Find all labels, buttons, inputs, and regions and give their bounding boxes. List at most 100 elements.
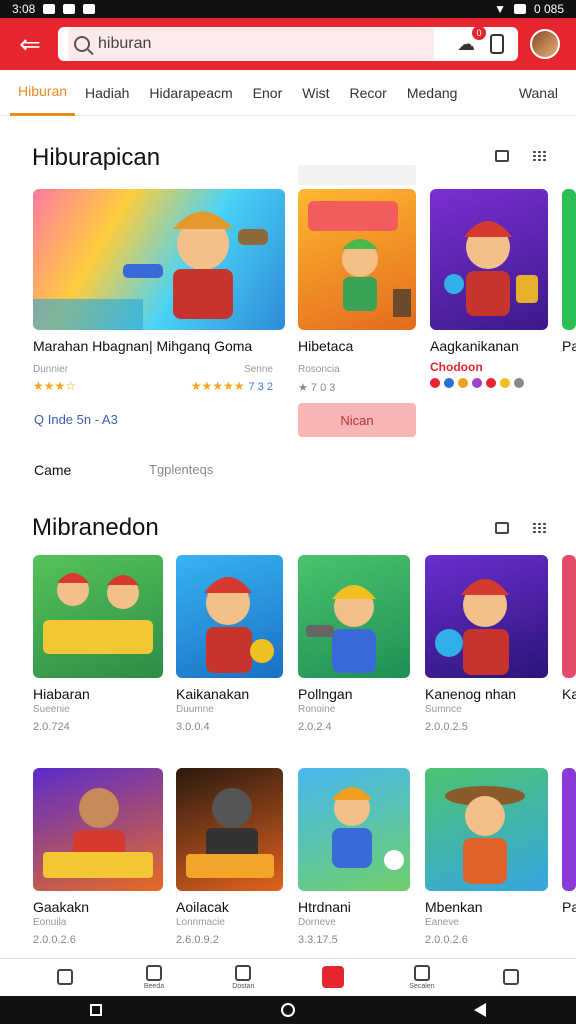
card-meta: 2.0.2.4: [298, 721, 332, 733]
status-bar: 3:08 ▼ 0 085: [0, 0, 576, 18]
game-card[interactable]: Kaikanakan Duumne 3.0.0.4: [176, 555, 283, 733]
game-card[interactable]: Hiabaran Sueenie 2.0.724: [33, 555, 163, 733]
nav-dostan[interactable]: Dostan: [199, 965, 288, 990]
tab-hidarapeacm[interactable]: Hidarapeacm: [139, 70, 242, 116]
game-card[interactable]: Pa: [562, 189, 576, 354]
game-card[interactable]: Aagkanikanan Chodoon: [430, 189, 548, 388]
card-subtitle: Eaneve: [425, 917, 459, 928]
game-card[interactable]: Marahan Hbagnan| Mihganq Goma Dunnier Se…: [33, 189, 285, 393]
system-navigation: [0, 996, 576, 1024]
tab-hadiah[interactable]: Hadiah: [75, 70, 139, 116]
back-button[interactable]: ⇐: [10, 24, 50, 64]
action-button[interactable]: Nican: [298, 403, 416, 437]
search-input[interactable]: hiburan: [98, 35, 151, 53]
tab-enor[interactable]: Enor: [243, 70, 293, 116]
info-link[interactable]: Q Inde 5n - A3: [34, 412, 118, 427]
card-title: Aagkanikanan: [430, 338, 519, 354]
game-thumbnail[interactable]: [425, 555, 548, 678]
hero-illustration: [332, 787, 404, 870]
game-thumbnail[interactable]: [33, 189, 285, 330]
back-triangle-icon[interactable]: [474, 1003, 487, 1017]
card-meta: 2.0.724: [33, 721, 70, 733]
wifi-icon: ▼: [494, 2, 506, 16]
nav-center[interactable]: [288, 965, 377, 990]
top-bar: ⇐ hiburan ☁ 0: [0, 18, 576, 70]
game-thumbnail[interactable]: [298, 189, 416, 330]
game-card[interactable]: Pa: [562, 768, 576, 915]
game-thumbnail[interactable]: [425, 768, 548, 891]
game-thumbnail[interactable]: [33, 555, 163, 678]
game-card[interactable]: Htrdnani Dorneve 3.3.17.5: [298, 768, 410, 946]
card-subtitle: Dunnier: [33, 364, 69, 375]
game-thumbnail[interactable]: [176, 555, 283, 678]
tab-medang[interactable]: Medang: [397, 70, 468, 116]
share-icon[interactable]: [495, 522, 509, 534]
card-title: Pa: [562, 338, 576, 354]
card-title: Hibetaca: [298, 338, 354, 354]
hero-illustration: [204, 577, 274, 673]
hero-illustration: [43, 788, 153, 878]
game-card[interactable]: Gaakakn Eonuila 2.0.0.2.6: [33, 768, 163, 946]
battery-icon: [513, 4, 526, 14]
tab-recor[interactable]: Recor: [339, 70, 396, 116]
game-card[interactable]: Mbenkan Eaneve 2.0.0.2.6: [425, 768, 548, 946]
game-thumbnail[interactable]: [562, 189, 576, 330]
search-icon: [74, 36, 90, 52]
heart-icon: [321, 965, 344, 988]
search-bar[interactable]: hiburan ☁ 0: [58, 26, 518, 61]
card-title: Htrdnani: [298, 899, 351, 915]
card-title: Gaakakn: [33, 899, 90, 915]
hero-illustration: [444, 221, 538, 316]
card-meta: 3.0.0.4: [176, 721, 210, 733]
nav-profile[interactable]: [467, 968, 556, 987]
share-icon[interactable]: [495, 150, 509, 162]
recents-icon[interactable]: [89, 1004, 102, 1016]
card-subtitle: Rosoncia: [298, 364, 340, 375]
grid-icon[interactable]: [532, 150, 546, 162]
card-title: Mbenkan: [425, 899, 483, 915]
app-icon: [63, 4, 76, 14]
game-thumbnail[interactable]: [33, 768, 163, 891]
card-title: Kaikanakan: [176, 686, 250, 702]
status-time: 3:08: [12, 2, 36, 16]
tab-wanal[interactable]: Wanal: [509, 70, 576, 116]
card-subtitle-2: Senne: [244, 364, 273, 375]
shield-icon: [503, 968, 520, 985]
book-icon: [235, 965, 252, 981]
rating-text: 7 3 2: [248, 381, 273, 393]
card-subtitle: Chodoon: [430, 360, 483, 374]
grid-icon[interactable]: [532, 522, 546, 534]
hero-illustration: [43, 573, 153, 654]
card-subtitle: Ronoine: [298, 704, 336, 715]
game-card[interactable]: Ka: [562, 555, 576, 702]
notification-badge: 0: [472, 26, 486, 40]
tab-wist[interactable]: Wist: [292, 70, 339, 116]
game-thumbnail[interactable]: [298, 555, 410, 678]
phone-icon[interactable]: [490, 34, 504, 54]
game-thumbnail[interactable]: [562, 555, 576, 678]
tab-hiburan[interactable]: Hiburan: [10, 70, 76, 116]
mini-icons: [430, 378, 548, 388]
hero-illustration: [186, 788, 274, 878]
card-title: Pollngan: [298, 686, 353, 702]
rating-stars: ★★★☆: [33, 379, 77, 393]
avatar[interactable]: [530, 29, 560, 59]
search-field[interactable]: hiburan: [68, 27, 434, 61]
game-thumbnail[interactable]: [430, 189, 548, 330]
game-thumbnail[interactable]: [298, 768, 410, 891]
nav-secalen[interactable]: Secalen: [377, 965, 466, 990]
game-card[interactable]: Aoilacak Lonnmacie 2.6.0.9.2: [176, 768, 283, 946]
card-title: Hiabaran: [33, 686, 90, 702]
card-meta: ★ 7 0 3: [298, 382, 336, 394]
card-subtitle: Sumnce: [425, 704, 462, 715]
nav-home[interactable]: [20, 968, 109, 987]
home-circle-icon[interactable]: [280, 1003, 295, 1017]
card-title: Kanenog nhan: [425, 686, 517, 702]
cloud-button[interactable]: ☁ 0: [452, 26, 486, 58]
nav-beeda[interactable]: Beeda: [109, 965, 198, 990]
game-card[interactable]: Kanenog nhan Sumnce 2.0.0.2.5: [425, 555, 548, 733]
game-thumbnail[interactable]: [562, 768, 576, 891]
game-card[interactable]: Hibetaca Rosoncia ★ 7 0 3: [298, 189, 416, 394]
game-card[interactable]: Pollngan Ronoine 2.0.2.4: [298, 555, 410, 733]
game-thumbnail[interactable]: [176, 768, 283, 891]
